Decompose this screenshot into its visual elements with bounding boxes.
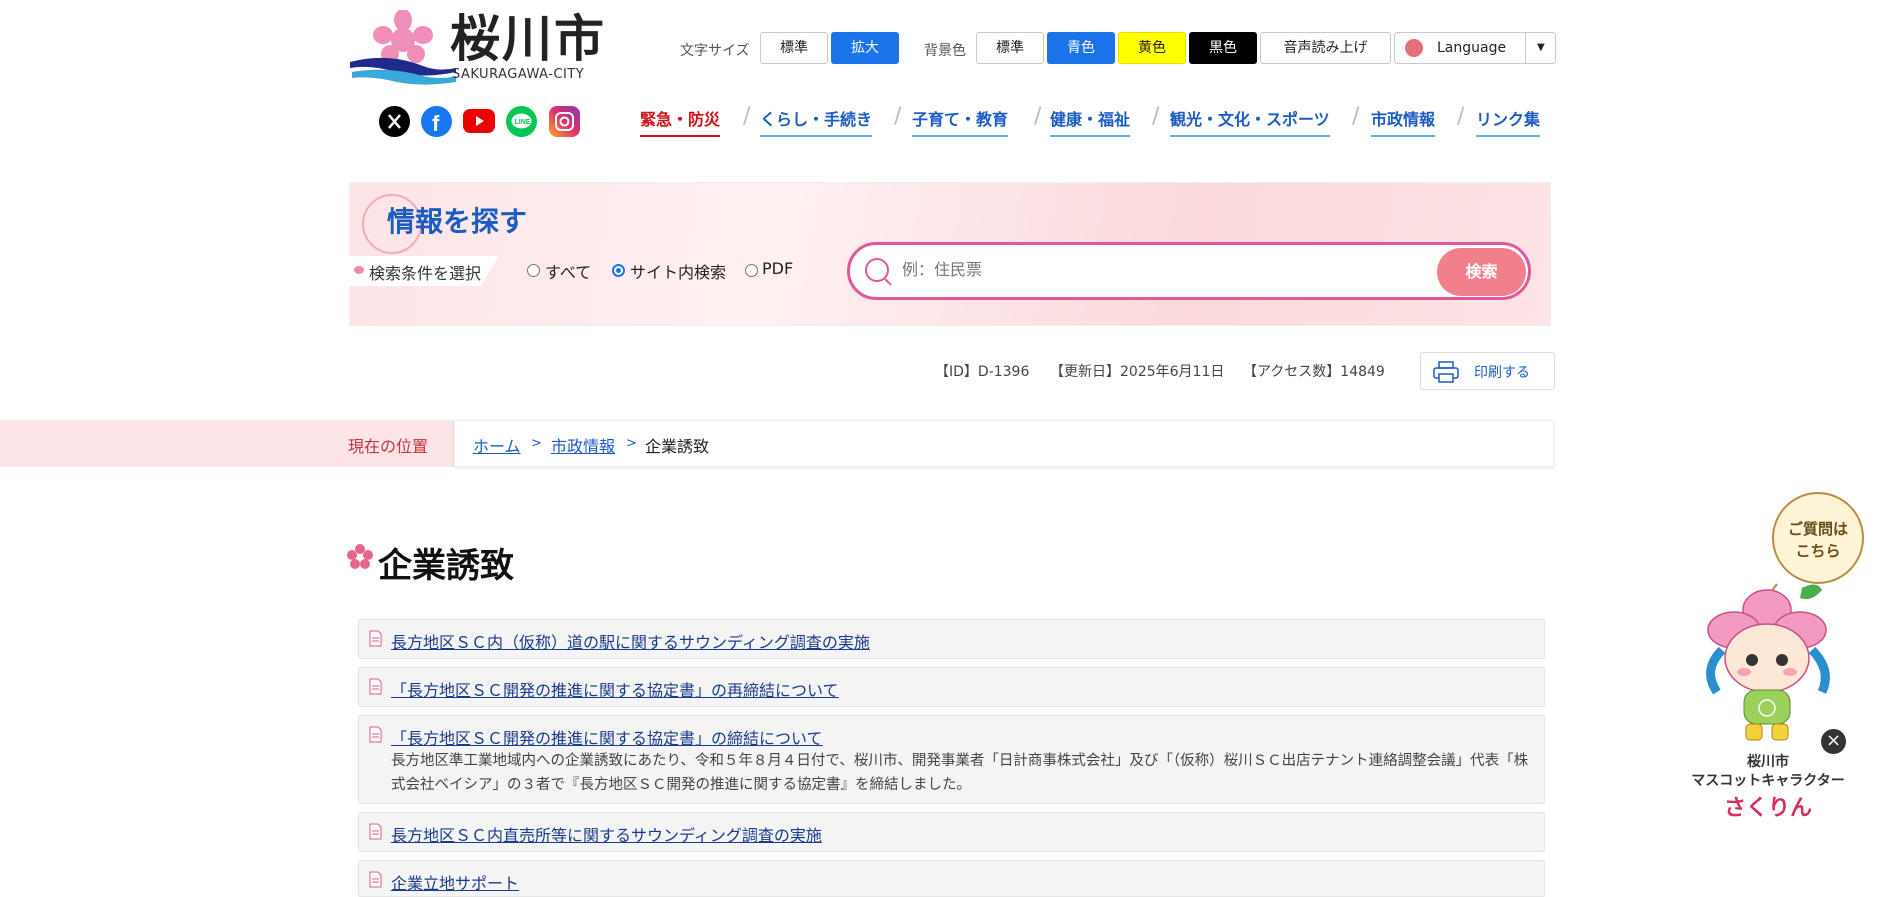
bg-color-label: 背景色 (924, 43, 966, 59)
print-button[interactable]: 印刷する (1420, 352, 1555, 390)
mascot-name: さくりん (1723, 796, 1812, 821)
question-bubble-line: こちら (1795, 542, 1841, 560)
search-condition-label: 検索条件を選択 (369, 264, 482, 283)
bg-black-button[interactable]: 黒色 (1189, 32, 1257, 64)
mascot-caption-role: マスコットキャラクター (1691, 773, 1845, 789)
search-title: 情報を探す (387, 205, 528, 238)
font-size-large-button[interactable]: 拡大 (831, 32, 899, 64)
nav-separator: / (1152, 104, 1160, 129)
voice-reading-button[interactable]: 音声読み上げ (1260, 32, 1391, 64)
radio-all-label: すべて (545, 263, 592, 282)
printer-icon (1433, 361, 1459, 383)
search-field[interactable] (847, 242, 1531, 300)
list-item: 「長方地区ＳＣ開発の推進に関する協定書」の締結について 長方地区準工業地域内への… (358, 715, 1545, 804)
petal-icon (354, 266, 364, 274)
breadcrumb-separator: > (531, 436, 542, 451)
print-label: 印刷する (1474, 365, 1530, 381)
search-button[interactable]: 検索 (1437, 248, 1526, 296)
search-condition-tab: 検索条件を選択 (349, 256, 499, 286)
language-select[interactable]: Language ▼ (1394, 32, 1556, 64)
bg-standard-button[interactable]: 標準 (976, 32, 1044, 64)
radio-pdf[interactable] (745, 264, 758, 277)
close-mascot-button[interactable]: × (1819, 727, 1848, 756)
list-item-link[interactable]: 企業立地サポート (391, 870, 519, 894)
list-item-link[interactable]: 長方地区ＳＣ内直売所等に関するサウンディング調査の実施 (391, 822, 822, 846)
instagram-icon[interactable] (549, 106, 580, 137)
nav-separator: / (894, 104, 902, 129)
list-item: 「長方地区ＳＣ開発の推進に関する協定書」の再締結について (358, 667, 1545, 707)
list-item-description: 長方地区準工業地域内への企業誘致にあたり、令和５年８月４日付で、桜川市、開発事業… (391, 753, 1529, 793)
radio-site-search[interactable] (612, 264, 625, 277)
nav-links[interactable]: リンク集 (1476, 106, 1541, 137)
document-icon (369, 678, 382, 695)
site-subtitle: SAKURAGAWA-CITY (452, 67, 585, 82)
nav-city-info[interactable]: 市政情報 (1371, 106, 1436, 137)
line-icon[interactable]: LINE (506, 106, 537, 137)
site-title: 桜川市 (450, 10, 606, 68)
nav-tourism[interactable]: 観光・文化・スポーツ (1170, 106, 1330, 137)
list-item: 長方地区ＳＣ内（仮称）道の駅に関するサウンディング調査の実施 (358, 619, 1545, 659)
nav-childcare[interactable]: 子育て・教育 (912, 106, 1009, 137)
question-bubble-text[interactable]: ご質問は こちら (1772, 518, 1864, 562)
globe-icon (1405, 39, 1423, 57)
nav-separator: / (1034, 104, 1042, 129)
font-size-standard-button[interactable]: 標準 (760, 32, 828, 64)
page-access-count: 【アクセス数】14849 (1243, 364, 1385, 380)
document-icon (369, 630, 382, 647)
document-icon (369, 726, 382, 743)
page-id: 【ID】D-1396 (935, 364, 1030, 380)
youtube-icon[interactable] (463, 109, 495, 133)
nav-emergency[interactable]: 緊急・防災 (640, 106, 721, 137)
nav-separator: / (743, 104, 751, 129)
breadcrumb-label: 現在の位置 (348, 437, 429, 456)
facebook-icon[interactable]: f (421, 106, 452, 137)
language-divider (1525, 33, 1526, 63)
breadcrumb-home: ホーム (473, 433, 521, 457)
sakura-heading-icon (347, 544, 373, 569)
mascot-sakurin-icon[interactable] (1682, 580, 1852, 750)
svg-text:f: f (432, 111, 440, 136)
radio-all[interactable] (527, 264, 540, 277)
document-icon (369, 823, 382, 840)
radio-pdf-label: PDF (762, 259, 794, 278)
breadcrumb-separator: > (626, 436, 637, 451)
list-item-link[interactable]: 「長方地区ＳＣ開発の推進に関する協定書」の締結について (391, 725, 823, 749)
nav-separator: / (1457, 104, 1465, 129)
breadcrumb-city-info: 市政情報 (551, 433, 615, 457)
bg-yellow-button[interactable]: 黄色 (1118, 32, 1186, 64)
svg-text:LINE: LINE (515, 119, 531, 126)
breadcrumb-current: 企業誘致 (645, 437, 710, 456)
document-icon (369, 871, 382, 888)
list-item: 長方地区ＳＣ内直売所等に関するサウンディング調査の実施 (358, 812, 1545, 852)
search-icon (865, 258, 892, 286)
nav-living[interactable]: くらし・手続き (760, 106, 873, 137)
page-updated: 【更新日】2025年6月11日 (1050, 364, 1225, 380)
bg-blue-button[interactable]: 青色 (1047, 32, 1115, 64)
search-input[interactable] (900, 256, 1424, 286)
page-title: 企業誘致 (378, 546, 514, 586)
nav-health[interactable]: 健康・福祉 (1050, 106, 1131, 137)
list-item-link[interactable]: 長方地区ＳＣ内（仮称）道の駅に関するサウンディング調査の実施 (391, 629, 870, 653)
font-size-label: 文字サイズ (680, 43, 750, 59)
question-bubble-line: ご質問は (1787, 520, 1848, 538)
x-icon[interactable] (379, 106, 410, 137)
chevron-down-icon: ▼ (1537, 42, 1545, 53)
breadcrumb (454, 420, 1554, 467)
breadcrumb-city-info-link[interactable]: 市政情報 (551, 437, 615, 456)
language-label: Language (1437, 40, 1507, 56)
list-item-link[interactable]: 「長方地区ＳＣ開発の推進に関する協定書」の再締結について (391, 677, 839, 701)
nav-separator: / (1352, 104, 1360, 129)
breadcrumb-home-link[interactable]: ホーム (473, 437, 521, 456)
list-item: 企業立地サポート (358, 860, 1545, 897)
radio-site-search-label: サイト内検索 (630, 263, 727, 282)
sakura-logo-icon (350, 9, 456, 85)
